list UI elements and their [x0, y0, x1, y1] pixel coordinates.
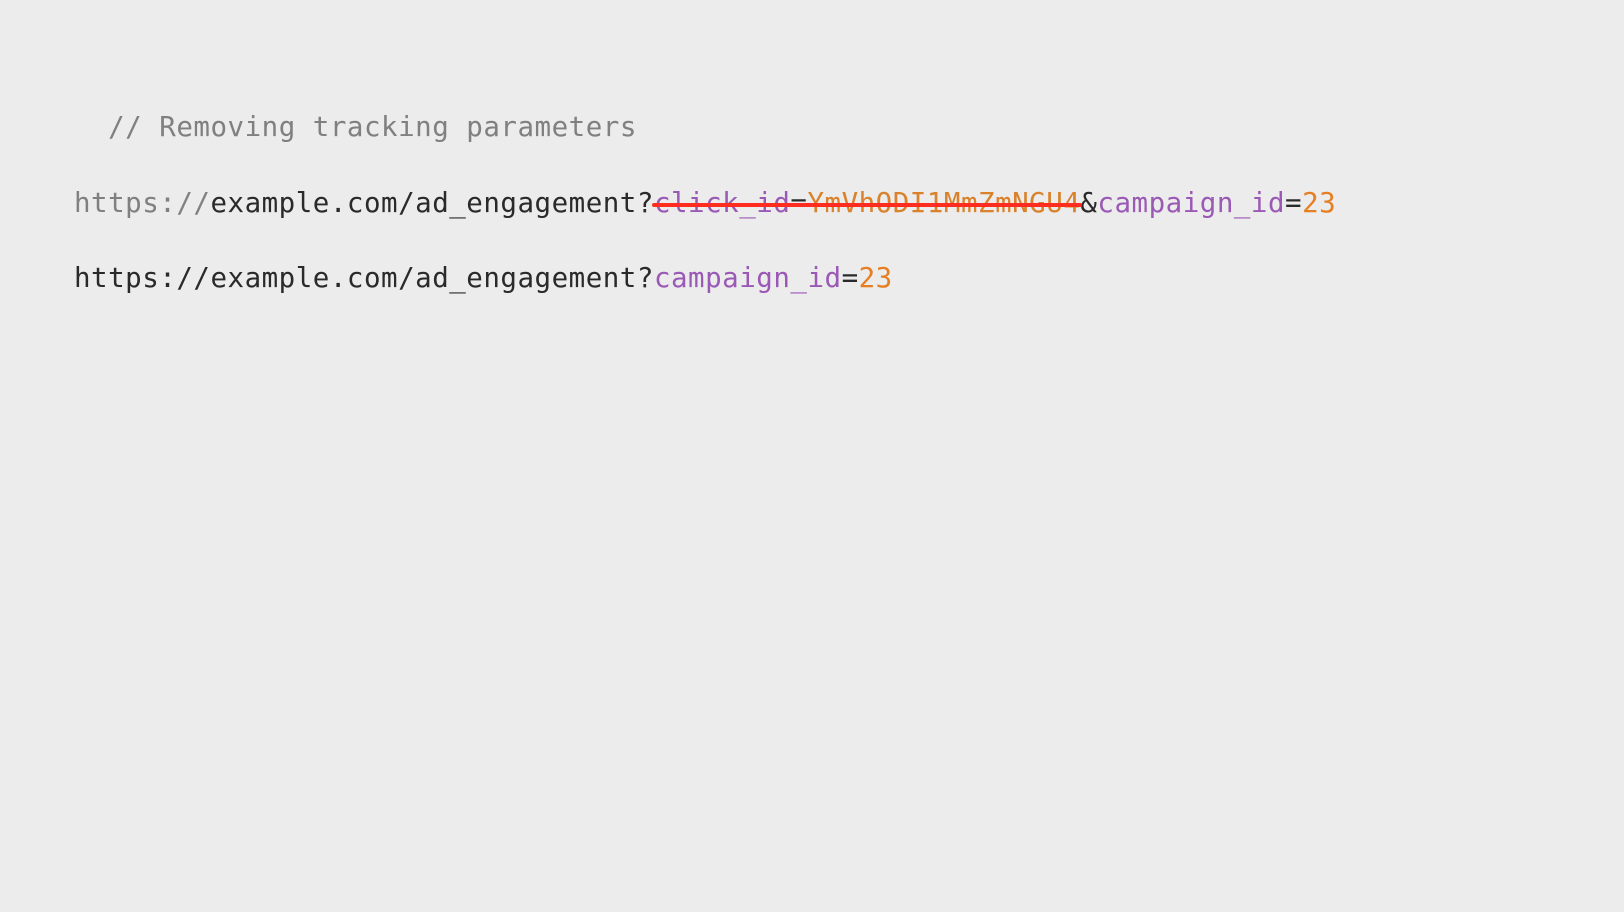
url-scheme: https:// [74, 187, 210, 219]
kept-param-name: campaign_id [654, 262, 842, 294]
equals-sign: = [842, 262, 859, 294]
kept-param-name: campaign_id [1097, 187, 1285, 219]
url-path: /ad_engagement [398, 187, 637, 219]
equals-sign: = [790, 187, 807, 219]
kept-param-value: 23 [859, 262, 893, 294]
url-host: example.com [210, 187, 398, 219]
url-line-before: https://example.com/ad_engagement?click_… [74, 186, 1624, 222]
query-start: ? [637, 187, 654, 219]
query-start: ? [637, 262, 654, 294]
comment-text: // Removing tracking parameters [108, 111, 637, 143]
url-host: example.com [210, 262, 398, 294]
url-scheme: https:// [74, 262, 210, 294]
equals-sign: = [1285, 187, 1302, 219]
ampersand: & [1080, 187, 1097, 219]
kept-param-value: 23 [1302, 187, 1336, 219]
url-line-after: https://example.com/ad_engagement?campai… [74, 261, 1624, 297]
removed-param-name: click_id [654, 187, 790, 219]
comment-line: // Removing tracking parameters [74, 74, 1624, 146]
url-path: /ad_engagement [398, 262, 637, 294]
removed-param-value: YmVhODI1MmZmNGU4 [807, 187, 1080, 219]
removed-param: click_id=YmVhODI1MmZmNGU4 [654, 186, 1080, 222]
